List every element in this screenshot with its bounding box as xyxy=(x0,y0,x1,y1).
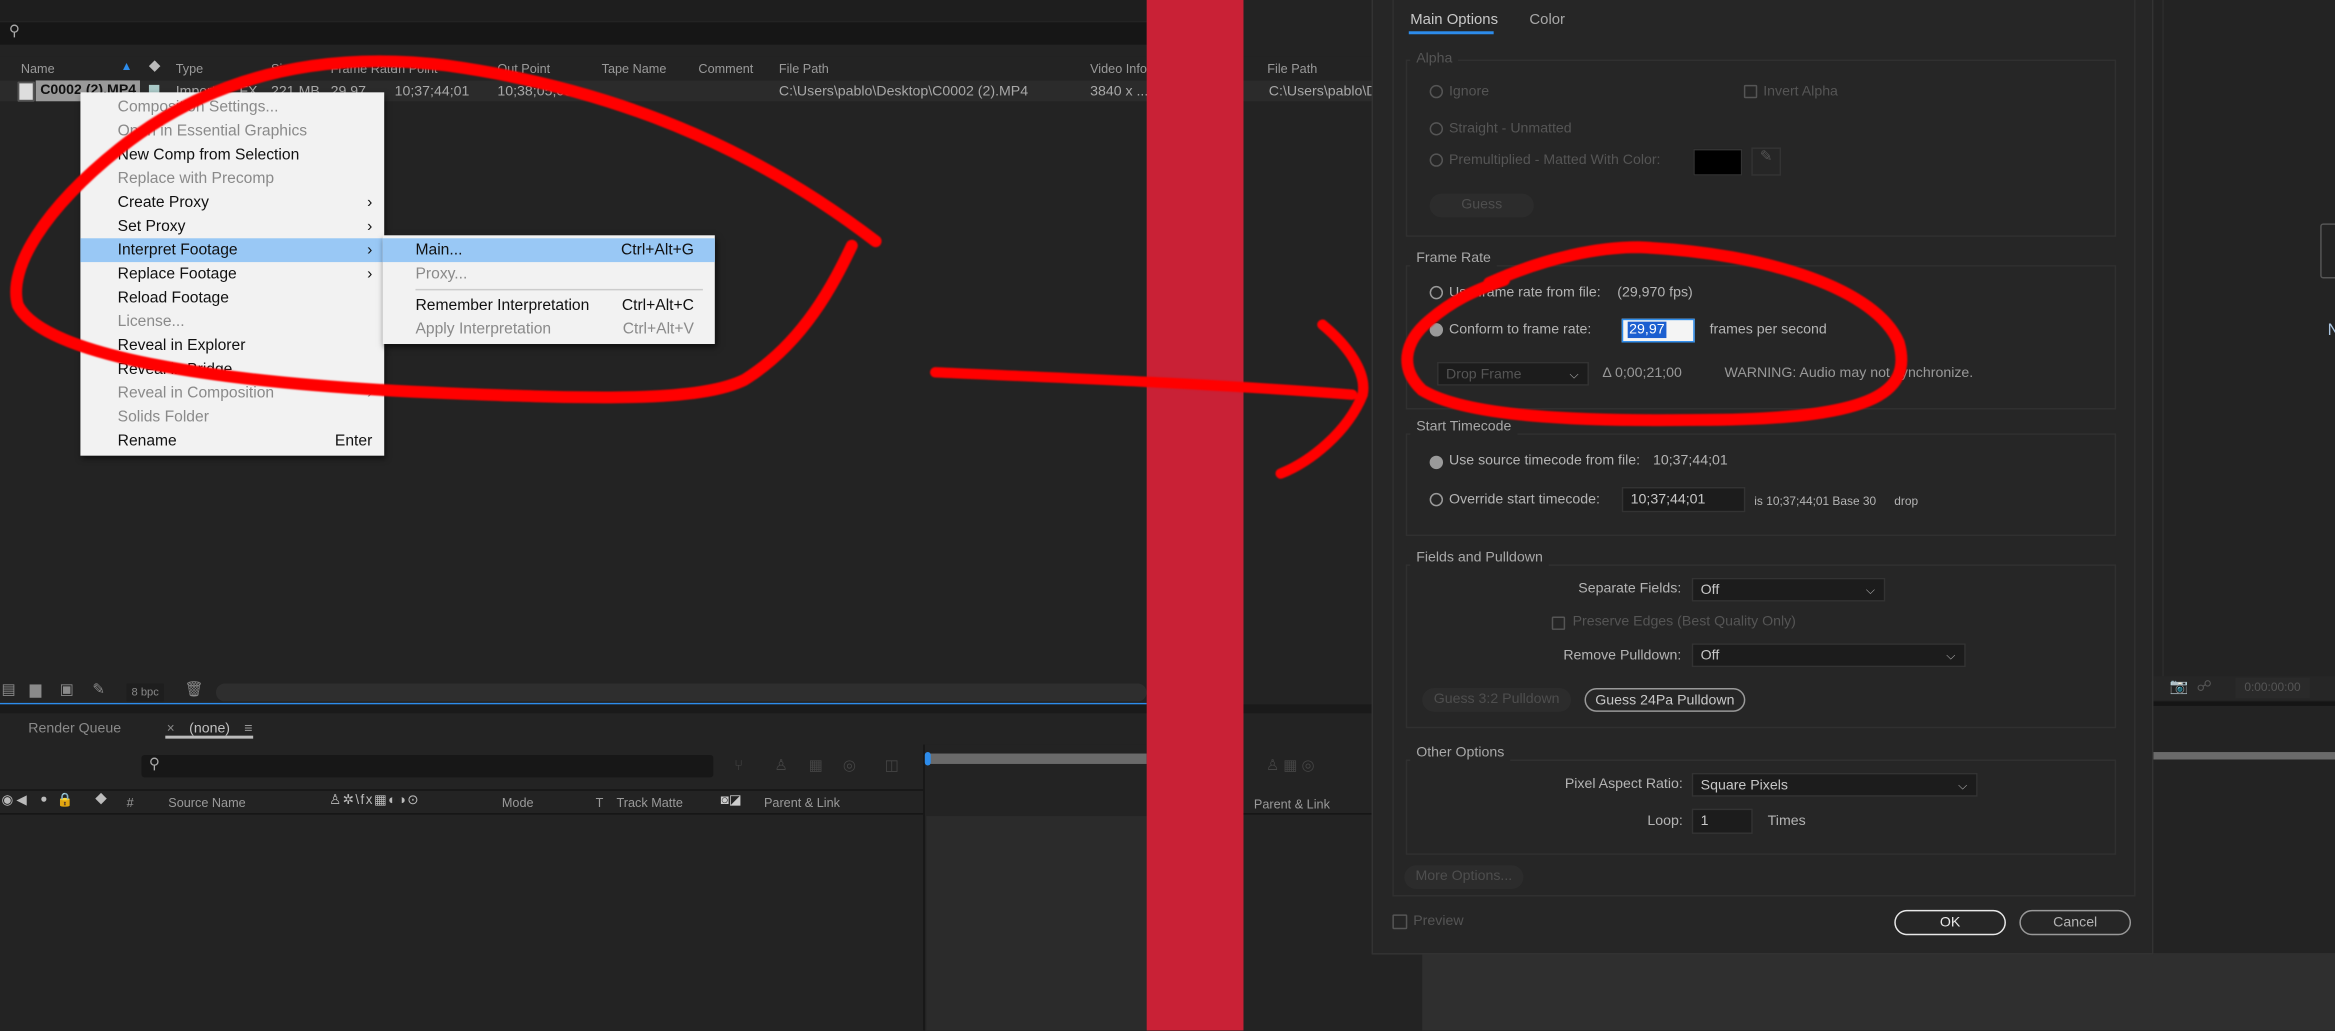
screenshot: ⚲ Name ▲ ◆ Type Size Frame Rate In Point… xyxy=(0,0,2335,1031)
annotation-arrow-shaft xyxy=(930,367,1358,400)
annotation-overlay xyxy=(10,55,1908,479)
annotation-circle-frame-rate xyxy=(1401,241,1908,427)
annotation-circle-menu xyxy=(10,55,882,404)
